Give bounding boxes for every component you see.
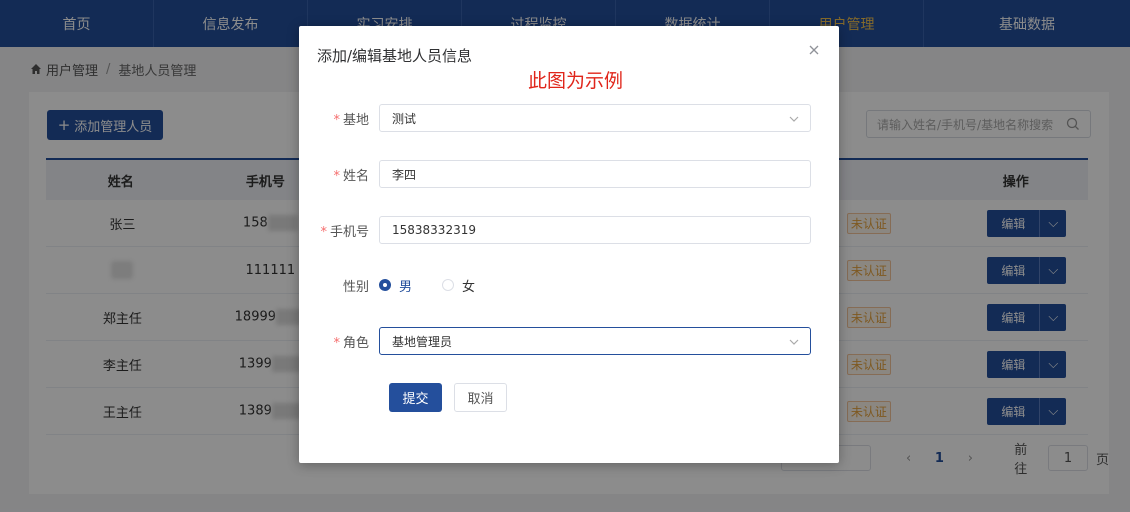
phone-field-value: 15838332319 bbox=[392, 223, 476, 237]
name-label: * 姓名 bbox=[333, 168, 369, 184]
gender-label: 性别 bbox=[342, 279, 369, 295]
form-row-phone: * 手机号 15838332319 bbox=[299, 216, 839, 244]
radio-dot bbox=[379, 279, 391, 291]
gender-female-radio[interactable]: 女 bbox=[442, 276, 475, 295]
name-field-value: 李四 bbox=[392, 167, 417, 182]
name-field[interactable]: 李四 bbox=[379, 160, 811, 188]
submit-button[interactable]: 提交 bbox=[389, 383, 442, 412]
form-row-role: * 角色 基地管理员 bbox=[299, 327, 839, 355]
base-label: * 基地 bbox=[333, 112, 369, 128]
cancel-button[interactable]: 取消 bbox=[454, 383, 507, 412]
sample-watermark: 此图为示例 bbox=[528, 70, 624, 92]
gender-radio-group: 男 女 bbox=[379, 276, 505, 295]
base-select-value: 测试 bbox=[392, 111, 417, 126]
chevron-down-icon bbox=[789, 339, 799, 345]
role-label: * 角色 bbox=[333, 335, 369, 351]
role-select-value: 基地管理员 bbox=[392, 334, 453, 349]
gender-male-radio[interactable]: 男 bbox=[379, 276, 412, 295]
form-row-gender: 性别 男 女 bbox=[299, 271, 839, 299]
chevron-down-icon bbox=[789, 116, 799, 122]
base-select[interactable]: 测试 bbox=[379, 104, 811, 132]
phone-label: * 手机号 bbox=[320, 224, 369, 240]
radio-dot bbox=[442, 279, 455, 291]
phone-field[interactable]: 15838332319 bbox=[379, 216, 811, 244]
form-row-base: * 基地 测试 bbox=[299, 104, 839, 132]
role-select[interactable]: 基地管理员 bbox=[379, 327, 811, 355]
dialog-title: 添加/编辑基地人员信息 bbox=[317, 47, 473, 65]
edit-staff-dialog: 添加/编辑基地人员信息 此图为示例 * 基地 测试 * 姓名 李四 * 手机号 158… bbox=[299, 26, 839, 463]
form-row-name: * 姓名 李四 bbox=[299, 160, 839, 188]
close-icon[interactable] bbox=[807, 43, 821, 57]
